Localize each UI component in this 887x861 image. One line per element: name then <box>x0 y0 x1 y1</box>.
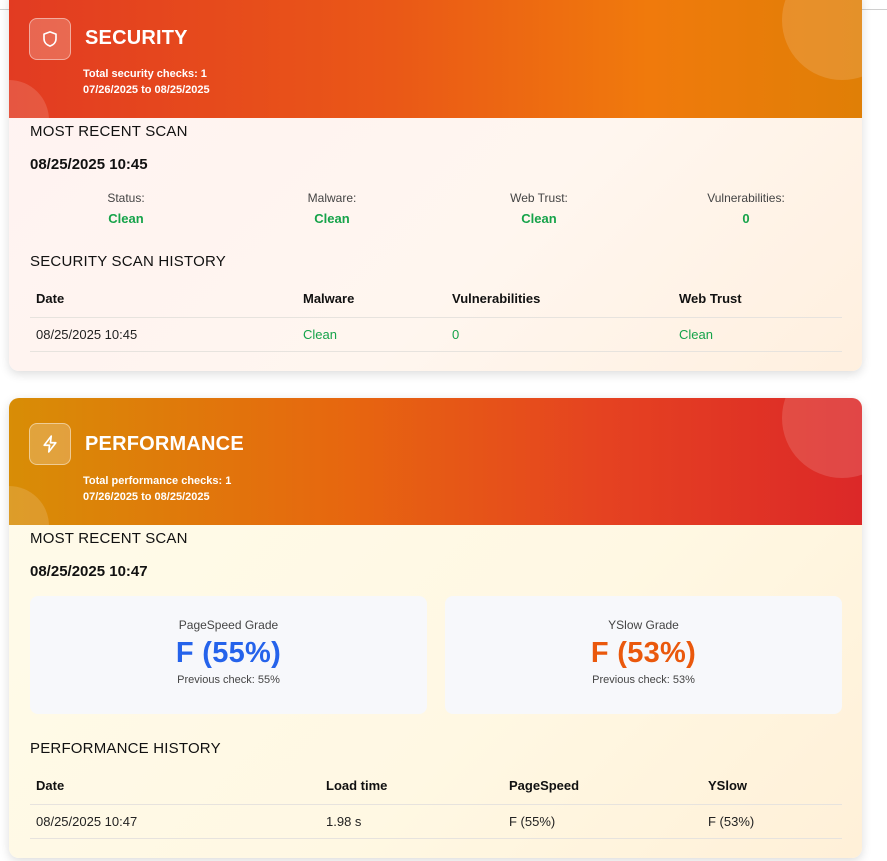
performance-date-range: 07/26/2025 to 08/25/2025 <box>83 491 210 503</box>
security-title: SECURITY <box>85 27 188 49</box>
column-header-pagespeed: PageSpeed <box>503 768 702 805</box>
performance-summary: Total performance checks: 1 07/26/2025 t… <box>83 473 231 505</box>
cell-malware: Clean <box>297 317 446 352</box>
performance-header: PERFORMANCE Total performance checks: 1 … <box>9 398 862 525</box>
column-header-date: Date <box>30 768 320 805</box>
performance-card: PERFORMANCE Total performance checks: 1 … <box>9 398 862 858</box>
column-header-web-trust: Web Trust <box>673 281 842 318</box>
stat-label: Web Trust: <box>510 191 568 205</box>
lightning-icon <box>29 423 71 465</box>
performance-checks-count: Total performance checks: 1 <box>83 475 232 487</box>
pagespeed-grade-value: F (55%) <box>175 637 282 669</box>
decorative-circle <box>782 0 862 80</box>
decorative-circle <box>9 486 49 525</box>
cell-date: 08/25/2025 10:45 <box>30 317 297 352</box>
decorative-circle <box>9 80 49 118</box>
cell-vulnerabilities: 0 <box>446 317 673 352</box>
stat-value: Clean <box>521 211 557 226</box>
performance-history-table: Date Load time PageSpeed YSlow 08/25/202… <box>30 768 842 839</box>
yslow-grade-value: F (53%) <box>590 637 697 669</box>
security-summary: Total security checks: 1 07/26/2025 to 0… <box>83 66 210 98</box>
security-date-range: 07/26/2025 to 08/25/2025 <box>83 84 210 96</box>
security-header: SECURITY Total security checks: 1 07/26/… <box>9 0 862 118</box>
cell-load-time: 1.98 s <box>320 804 503 839</box>
yslow-previous-check: Previous check: 53% <box>592 674 695 686</box>
stat-value: Clean <box>108 211 144 226</box>
table-header-row: Date Malware Vulnerabilities Web Trust <box>30 281 842 318</box>
pagespeed-grade-label: PageSpeed Grade <box>178 618 279 632</box>
security-history-table: Date Malware Vulnerabilities Web Trust 0… <box>30 281 842 352</box>
stat-value: 0 <box>742 211 750 226</box>
decorative-circle <box>782 398 862 478</box>
stat-web-trust: Web Trust: Clean <box>439 191 639 226</box>
stat-label: Status: <box>107 191 145 205</box>
pagespeed-previous-check: Previous check: 55% <box>177 674 280 686</box>
security-card: SECURITY Total security checks: 1 07/26/… <box>9 0 862 371</box>
stat-status: Status: Clean <box>26 191 226 226</box>
stat-label: Vulnerabilities: <box>707 191 785 205</box>
table-row: 08/25/2025 10:45 Clean 0 Clean <box>30 317 842 352</box>
security-checks-count: Total security checks: 1 <box>83 68 207 80</box>
column-header-malware: Malware <box>297 281 446 318</box>
yslow-grade-card: YSlow Grade F (53%) Previous check: 53% <box>445 596 842 714</box>
table-header-row: Date Load time PageSpeed YSlow <box>30 768 842 805</box>
cell-date: 08/25/2025 10:47 <box>30 804 320 839</box>
column-header-vulnerabilities: Vulnerabilities <box>446 281 673 318</box>
performance-history-heading: PERFORMANCE HISTORY <box>30 740 221 757</box>
cell-yslow: F (53%) <box>702 804 842 839</box>
shield-icon <box>29 18 71 60</box>
yslow-grade-label: YSlow Grade <box>608 618 679 632</box>
stat-malware: Malware: Clean <box>232 191 432 226</box>
stat-label: Malware: <box>307 191 357 205</box>
cell-web-trust: Clean <box>673 317 842 352</box>
column-header-yslow: YSlow <box>702 768 842 805</box>
performance-recent-heading: MOST RECENT SCAN <box>30 530 188 547</box>
cell-pagespeed: F (55%) <box>503 804 702 839</box>
stat-value: Clean <box>314 211 350 226</box>
performance-recent-time: 08/25/2025 10:47 <box>30 563 148 580</box>
security-recent-heading: MOST RECENT SCAN <box>30 123 188 140</box>
security-recent-time: 08/25/2025 10:45 <box>30 156 148 173</box>
stat-vulnerabilities: Vulnerabilities: 0 <box>646 191 846 226</box>
column-header-load-time: Load time <box>320 768 503 805</box>
column-header-date: Date <box>30 281 297 318</box>
table-row: 08/25/2025 10:47 1.98 s F (55%) F (53%) <box>30 804 842 839</box>
pagespeed-grade-card: PageSpeed Grade F (55%) Previous check: … <box>30 596 427 714</box>
security-history-heading: SECURITY SCAN HISTORY <box>30 253 226 270</box>
performance-title: PERFORMANCE <box>85 433 244 455</box>
